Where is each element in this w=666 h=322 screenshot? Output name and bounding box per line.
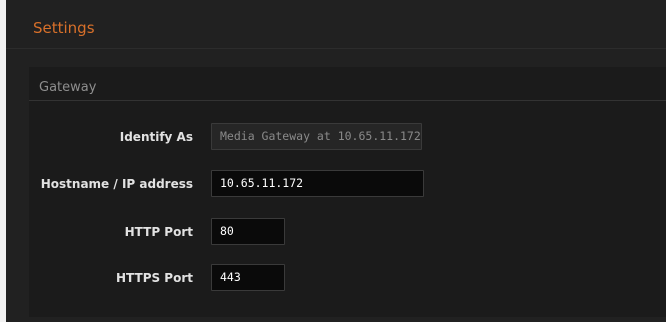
https-port-label-wrap: HTTPS Port	[29, 270, 193, 286]
http-port-label-wrap: HTTP Port	[29, 224, 193, 240]
settings-panel: Settings Gateway Identify As Media Gatew…	[6, 0, 666, 322]
identify-as-field[interactable]: Media Gateway at 10.65.11.172	[211, 123, 422, 150]
page-title: Settings	[33, 19, 95, 37]
identify-as-label: Identify As	[119, 130, 193, 144]
hostname-label: Hostname / IP address	[40, 177, 193, 191]
https-port-field[interactable]: 443	[211, 264, 285, 291]
gateway-section-title: Gateway	[39, 80, 97, 95]
gateway-section: Gateway Identify As Media Gateway at 10.…	[29, 67, 666, 317]
http-port-label: HTTP Port	[124, 225, 193, 239]
settings-header: Settings	[6, 0, 666, 49]
hostname-field[interactable]: 10.65.11.172	[211, 170, 424, 197]
identify-as-label-wrap: Identify As	[29, 129, 193, 145]
gateway-section-header: Gateway	[29, 67, 666, 101]
http-port-field[interactable]: 80	[211, 218, 285, 245]
settings-screen: Settings Gateway Identify As Media Gatew…	[0, 0, 666, 322]
https-port-label: HTTPS Port	[116, 271, 193, 285]
hostname-label-wrap: Hostname / IP address	[29, 176, 193, 192]
